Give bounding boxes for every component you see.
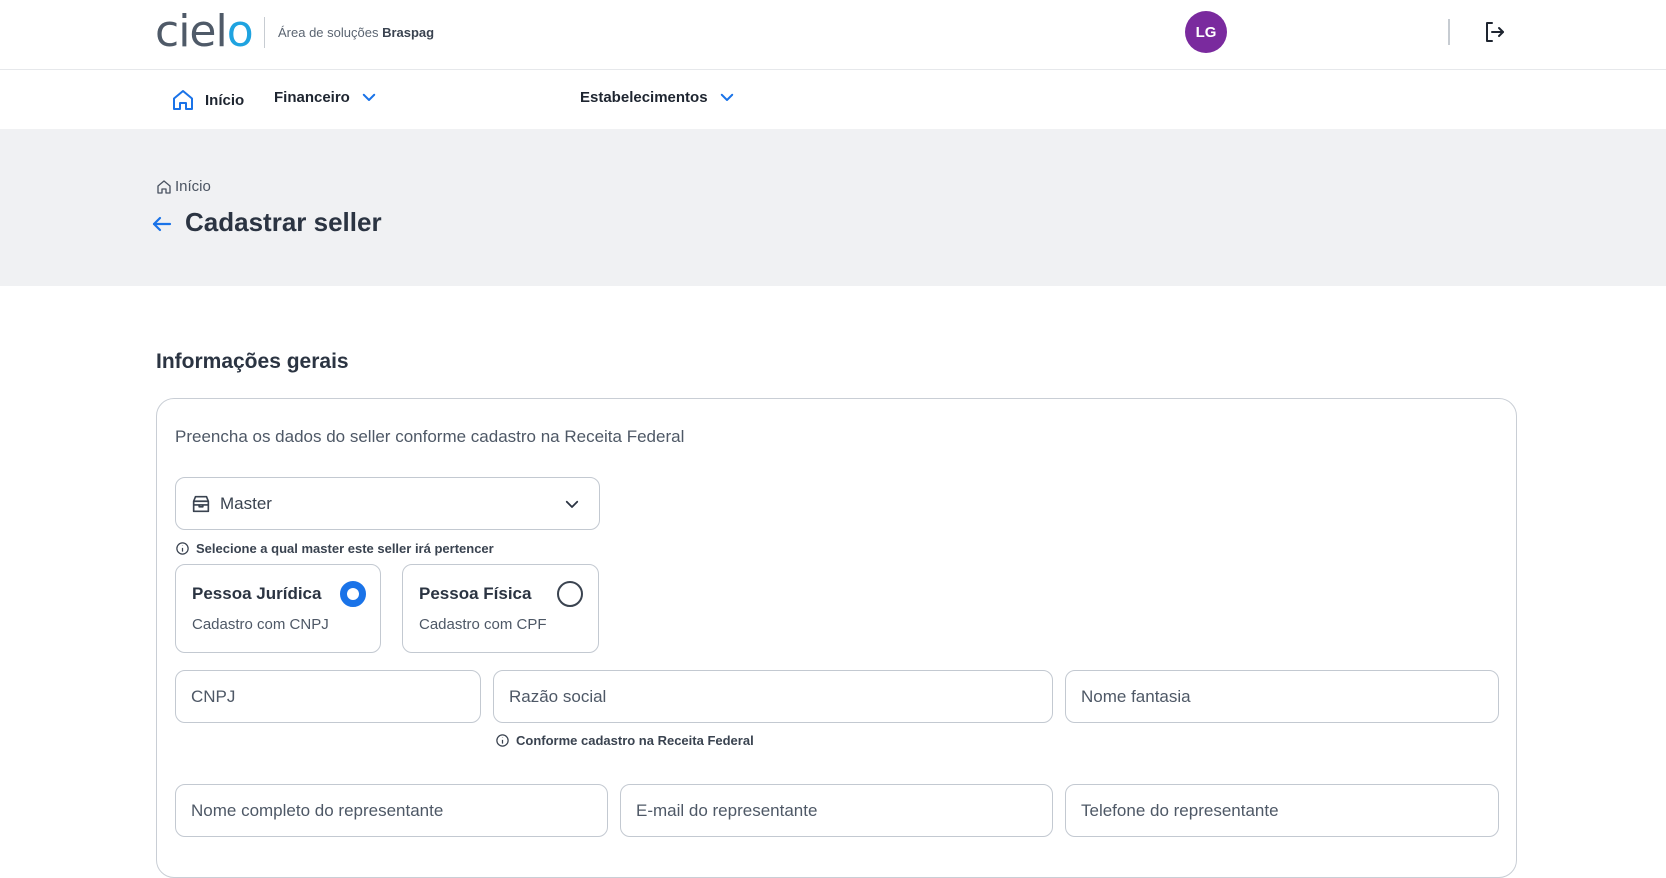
nav-item-financeiro[interactable]: Financeiro (274, 88, 378, 106)
main-nav: Início Financeiro Estabelecimentos (0, 71, 1666, 129)
section-title: Informações gerais (156, 350, 349, 373)
master-select-value: Master (220, 493, 272, 513)
razao-social-field[interactable] (493, 670, 1053, 723)
logout-icon[interactable] (1482, 20, 1506, 44)
radio-unselected[interactable] (557, 581, 583, 607)
info-icon (176, 542, 189, 555)
radio-card-pessoa-fisica[interactable]: Pessoa Física Cadastro com CPF (402, 564, 599, 653)
card-description: Preencha os dados do seller conforme cad… (175, 427, 685, 446)
nav-label-inicio: Início (205, 91, 245, 109)
rep-phone-field[interactable] (1065, 784, 1499, 837)
nav-label-estabelecimentos: Estabelecimentos (580, 88, 708, 106)
radio-card-pessoa-juridica[interactable]: Pessoa Jurídica Cadastro com CNPJ (175, 564, 381, 653)
radio-card-title: Pessoa Jurídica (192, 584, 322, 603)
home-icon (173, 90, 193, 110)
app-subtitle: Área de soluções Braspag (278, 25, 434, 40)
cnpj-input[interactable] (176, 671, 480, 722)
radio-card-subtitle: Cadastro com CPF (419, 616, 547, 633)
nome-fantasia-input[interactable] (1066, 671, 1498, 722)
master-hint-text: Selecione a qual master este seller irá … (196, 541, 494, 556)
logo-text: ciel (155, 6, 228, 57)
avatar-initials: LG (1195, 23, 1217, 41)
user-avatar[interactable]: LG (1185, 11, 1227, 53)
top-bar: cielo Área de soluções Braspag LG (0, 0, 1666, 70)
back-arrow-icon[interactable] (150, 212, 174, 236)
general-info-card: Preencha os dados do seller conforme cad… (156, 398, 1517, 878)
cielo-logo[interactable]: cielo (155, 10, 254, 54)
nav-item-estabelecimentos[interactable]: Estabelecimentos (580, 88, 736, 106)
page-title: Cadastrar seller (185, 207, 382, 237)
rep-name-field[interactable] (175, 784, 608, 837)
nome-fantasia-field[interactable] (1065, 670, 1499, 723)
rep-email-input[interactable] (621, 785, 1052, 836)
store-icon (192, 495, 210, 512)
master-hint: Selecione a qual master este seller irá … (175, 541, 494, 556)
rep-phone-input[interactable] (1066, 785, 1498, 836)
page-header: Início Cadastrar seller (0, 129, 1666, 286)
razao-social-hint-text: Conforme cadastro na Receita Federal (516, 733, 754, 748)
master-select[interactable]: Master (175, 477, 600, 530)
chevron-down-icon (720, 93, 733, 101)
logo-text-accent: o (226, 6, 254, 57)
breadcrumb-label: Início (175, 178, 211, 195)
rep-name-input[interactable] (176, 785, 607, 836)
logo-divider (264, 17, 265, 48)
radio-card-title: Pessoa Física (419, 584, 532, 603)
radio-card-subtitle: Cadastro com CNPJ (192, 616, 329, 633)
rep-email-field[interactable] (620, 784, 1053, 837)
home-icon (157, 179, 171, 194)
nav-item-inicio[interactable]: Início (171, 88, 244, 112)
radio-selected[interactable] (340, 581, 366, 607)
nav-label-financeiro: Financeiro (274, 88, 350, 106)
breadcrumb[interactable]: Início (156, 178, 211, 195)
chevron-down-icon (362, 93, 376, 101)
header-divider (1448, 19, 1450, 45)
razao-social-hint: Conforme cadastro na Receita Federal (495, 733, 754, 748)
subtitle-brand: Braspag (382, 25, 435, 40)
subtitle-prefix: Área de soluções (278, 25, 379, 40)
razao-social-input[interactable] (494, 671, 1052, 722)
info-icon (496, 734, 509, 747)
cnpj-field[interactable] (175, 670, 481, 723)
chevron-down-icon (565, 500, 579, 508)
